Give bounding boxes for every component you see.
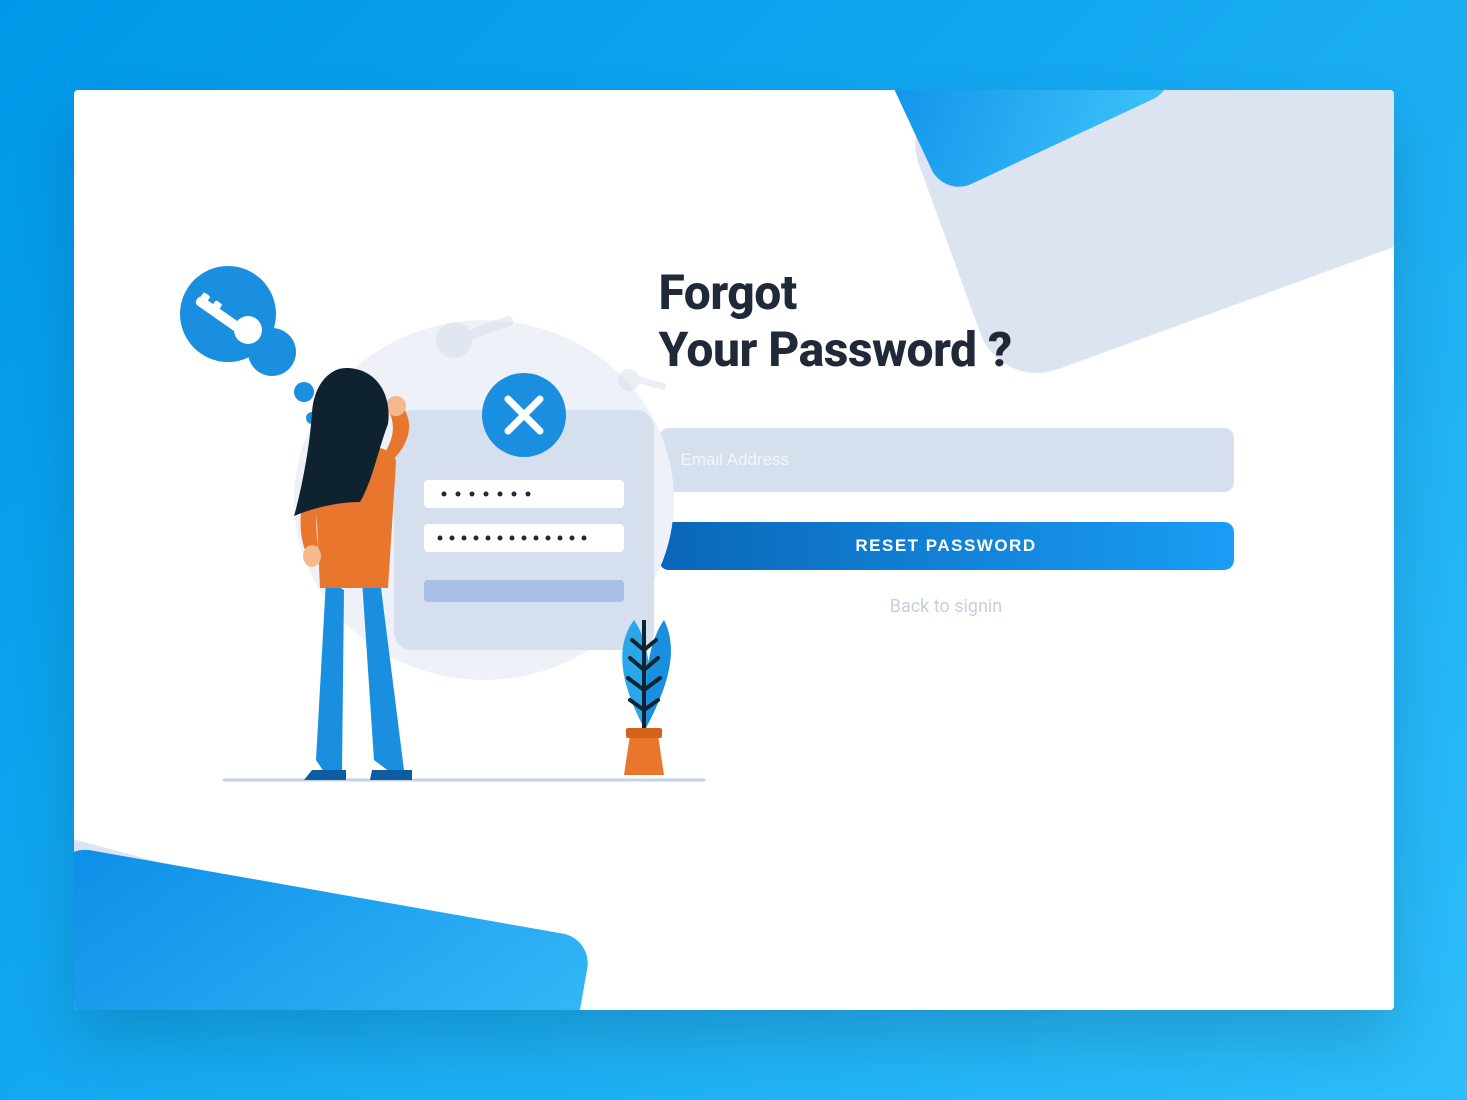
email-field[interactable] — [659, 428, 1234, 492]
page-title: Forgot Your Password ? — [659, 265, 1234, 378]
back-to-signin-link[interactable]: Back to signin — [659, 596, 1234, 617]
forgot-password-illustration — [164, 180, 724, 820]
reset-password-button[interactable]: RESET PASSWORD — [659, 522, 1234, 570]
illustration-panel — [74, 90, 649, 1010]
reset-password-card: Forgot Your Password ? RESET PASSWORD Ba… — [74, 90, 1394, 1010]
form-panel: Forgot Your Password ? RESET PASSWORD Ba… — [649, 90, 1394, 1010]
key-icon — [618, 369, 667, 391]
